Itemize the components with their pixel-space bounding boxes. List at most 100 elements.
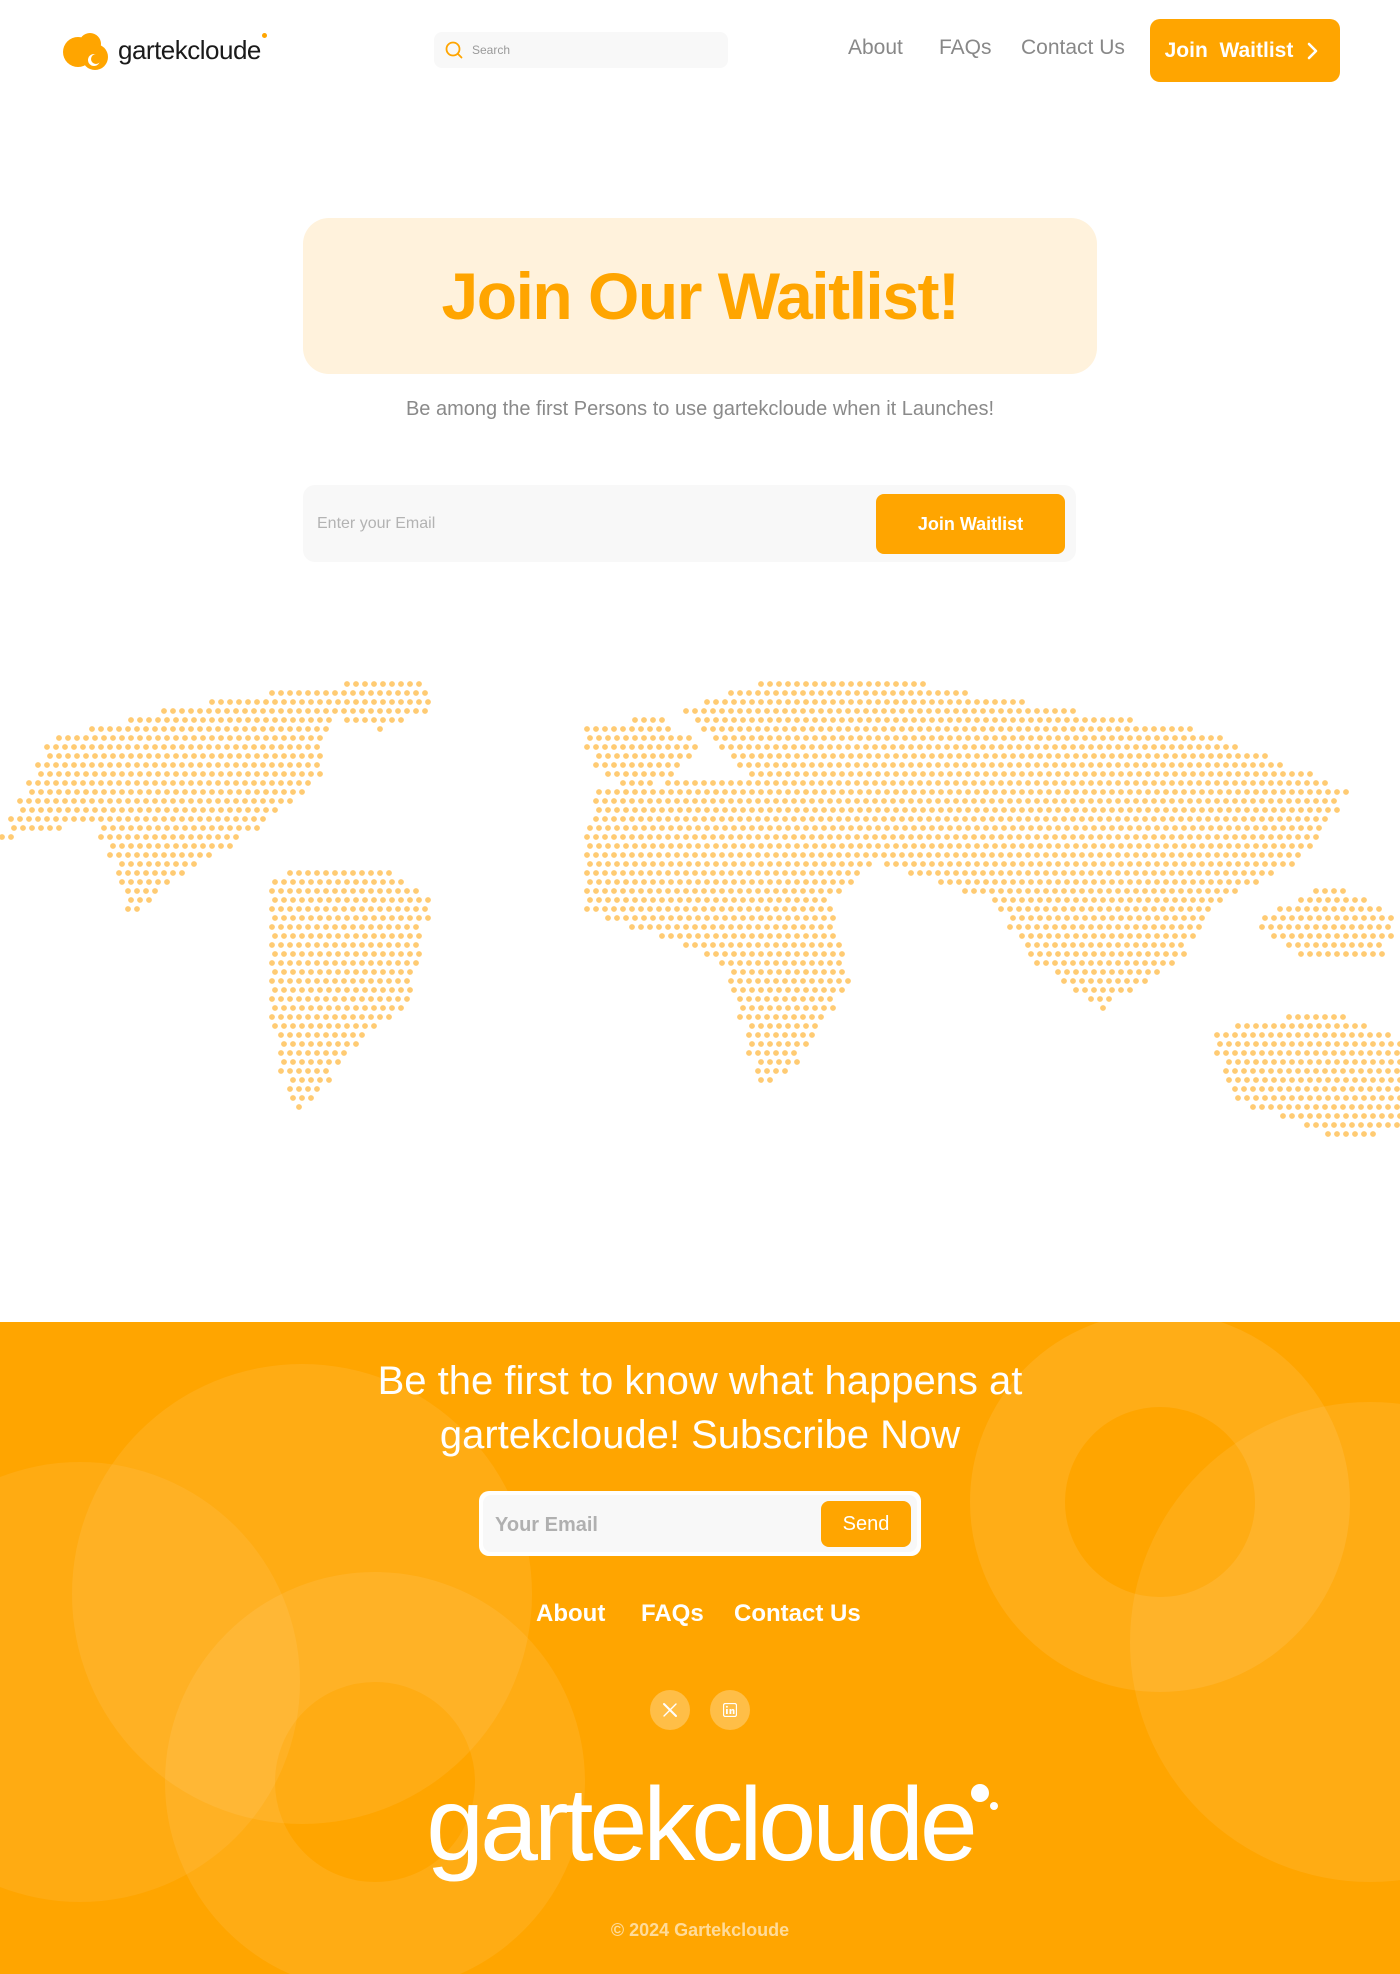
map-dot xyxy=(227,771,233,777)
map-dot xyxy=(1061,834,1067,840)
map-dot xyxy=(1223,1068,1229,1074)
join-waitlist-button[interactable]: Join Waitlist xyxy=(876,494,1065,554)
linkedin-social-link[interactable] xyxy=(710,1690,750,1730)
x-social-link[interactable] xyxy=(650,1690,690,1730)
search-bar[interactable] xyxy=(434,32,728,68)
send-button[interactable]: Send xyxy=(821,1501,911,1547)
map-dot xyxy=(233,726,239,732)
map-dot xyxy=(323,978,329,984)
map-dot xyxy=(1061,924,1067,930)
map-dot xyxy=(1313,780,1319,786)
map-dot xyxy=(587,897,593,903)
map-dot xyxy=(209,735,215,741)
brand-logo[interactable]: gartekcloude xyxy=(58,28,267,72)
map-dot xyxy=(1037,843,1043,849)
x-icon xyxy=(663,1703,677,1717)
map-dot xyxy=(659,735,665,741)
map-dot xyxy=(107,744,113,750)
map-dot xyxy=(605,735,611,741)
map-dot xyxy=(323,1068,329,1074)
map-dot xyxy=(335,1041,341,1047)
footer-link-faqs[interactable]: FAQs xyxy=(641,1600,704,1628)
map-dot xyxy=(314,960,320,966)
map-dot xyxy=(746,762,752,768)
map-dot xyxy=(143,726,149,732)
map-dot xyxy=(98,780,104,786)
map-dot xyxy=(1034,798,1040,804)
map-dot xyxy=(1268,1032,1274,1038)
map-dot xyxy=(785,699,791,705)
footer-link-contact-us[interactable]: Contact Us xyxy=(734,1600,861,1628)
map-dot xyxy=(305,996,311,1002)
map-dot xyxy=(17,816,23,822)
map-dot xyxy=(827,708,833,714)
map-dot xyxy=(1082,987,1088,993)
nav-faqs[interactable]: FAQs xyxy=(939,36,992,60)
footer-link-about[interactable]: About xyxy=(536,1600,605,1628)
map-dot xyxy=(1088,816,1094,822)
map-dot xyxy=(380,915,386,921)
map-dot xyxy=(1181,897,1187,903)
map-dot xyxy=(1289,1041,1295,1047)
map-dot xyxy=(182,735,188,741)
map-dot xyxy=(710,924,716,930)
map-dot xyxy=(740,753,746,759)
map-dot xyxy=(638,744,644,750)
map-dot xyxy=(1313,1014,1319,1020)
map-dot xyxy=(1019,753,1025,759)
map-dot xyxy=(380,699,386,705)
map-dot xyxy=(800,1032,806,1038)
map-dot xyxy=(1235,1059,1241,1065)
map-dot xyxy=(1190,753,1196,759)
map-dot xyxy=(800,708,806,714)
map-dot xyxy=(938,717,944,723)
map-dot xyxy=(1271,843,1277,849)
search-input[interactable] xyxy=(470,42,714,58)
map-dot xyxy=(299,987,305,993)
map-dot xyxy=(377,726,383,732)
map-dot xyxy=(1226,807,1232,813)
subscribe-email-input[interactable] xyxy=(493,1509,797,1541)
map-dot xyxy=(1046,933,1052,939)
map-dot xyxy=(1133,816,1139,822)
map-dot xyxy=(1025,834,1031,840)
map-dot xyxy=(857,699,863,705)
map-dot xyxy=(809,870,815,876)
map-dot xyxy=(845,762,851,768)
join-waitlist-header-button[interactable]: Join Waitlist xyxy=(1150,19,1340,82)
map-dot xyxy=(155,879,161,885)
map-dot xyxy=(791,834,797,840)
map-dot xyxy=(1259,834,1265,840)
map-dot xyxy=(647,744,653,750)
map-dot xyxy=(629,906,635,912)
map-dot xyxy=(1097,906,1103,912)
map-dot xyxy=(893,735,899,741)
map-dot xyxy=(290,717,296,723)
map-dot xyxy=(1244,843,1250,849)
map-dot xyxy=(1070,708,1076,714)
map-dot xyxy=(1064,951,1070,957)
waitlist-email-input[interactable] xyxy=(315,507,859,541)
map-dot xyxy=(1298,1095,1304,1101)
map-dot xyxy=(236,771,242,777)
map-dot xyxy=(1334,789,1340,795)
map-dot xyxy=(290,987,296,993)
map-dot xyxy=(317,1023,323,1029)
map-dot xyxy=(1205,852,1211,858)
map-dot xyxy=(290,789,296,795)
map-dot xyxy=(737,852,743,858)
map-dot xyxy=(1262,861,1268,867)
map-dot xyxy=(1199,735,1205,741)
map-dot xyxy=(35,816,41,822)
map-dot xyxy=(1061,744,1067,750)
map-dot xyxy=(1289,807,1295,813)
map-dot xyxy=(89,762,95,768)
map-dot xyxy=(749,717,755,723)
map-dot xyxy=(134,798,140,804)
map-dot xyxy=(785,1041,791,1047)
map-dot xyxy=(731,789,737,795)
nav-contact-us[interactable]: Contact Us xyxy=(1021,36,1125,60)
nav-about[interactable]: About xyxy=(848,36,903,60)
map-dot xyxy=(782,708,788,714)
map-dot xyxy=(296,690,302,696)
